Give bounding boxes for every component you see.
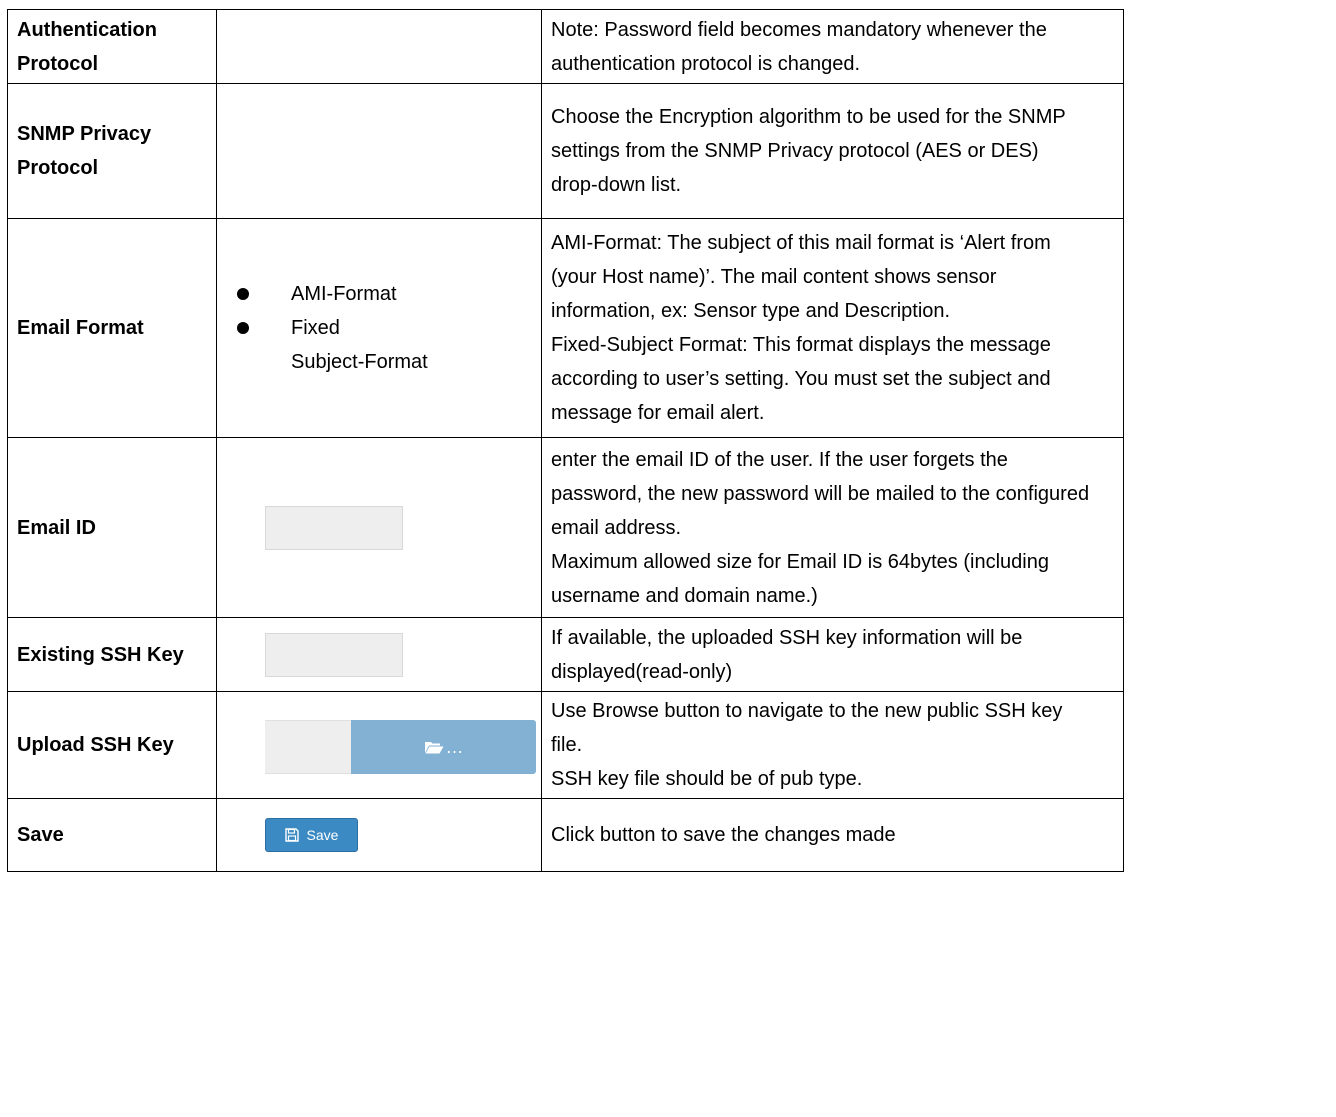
description-line: enter the email ID of the user. If the u… [551, 448, 1008, 471]
row-control [216, 617, 542, 692]
description-line: password, the new password will be maile… [551, 482, 1090, 505]
row-control: AMI-Format Fixed Subject-Format [216, 218, 542, 438]
save-button[interactable]: Save [265, 818, 358, 852]
description-line: authentication protocol is changed. [551, 52, 861, 75]
option-label-line: Subject-Format [291, 351, 428, 373]
table-row: Upload SSH Key … Use Browse button to na… [7, 691, 1124, 799]
email-format-options: AMI-Format Fixed Subject-Format [229, 277, 541, 379]
row-description: enter the email ID of the user. If the u… [541, 437, 1124, 618]
description-line: Choose the Encryption algorithm to be us… [551, 106, 1066, 128]
table-row: Save Save Click button to save the chang… [7, 798, 1124, 872]
row-control: Save [216, 798, 542, 872]
settings-description-table: Authentication Protocol Note: Password f… [7, 9, 1124, 872]
row-label-line: Authentication [17, 18, 157, 41]
row-description: If available, the uploaded SSH key infor… [541, 617, 1124, 692]
bullet-icon [237, 322, 249, 334]
row-control [216, 9, 542, 84]
row-label: Email ID [7, 437, 217, 618]
email-format-option-fixed[interactable]: Fixed Subject-Format [237, 311, 541, 379]
option-label: Fixed Subject-Format [291, 311, 428, 379]
row-description: Click button to save the changes made [541, 798, 1124, 872]
row-label-text: Email ID [17, 516, 96, 539]
email-format-option-ami[interactable]: AMI-Format [237, 277, 541, 311]
row-description: Note: Password field becomes mandatory w… [541, 9, 1124, 84]
floppy-disk-icon [284, 828, 299, 842]
row-label: Save [7, 798, 217, 872]
bullet-icon [237, 288, 249, 300]
upload-ssh-key-control: … [265, 719, 541, 774]
table-row: SNMP Privacy Protocol Choose the Encrypt… [7, 83, 1124, 219]
description-line: AMI-Format: The subject of this mail for… [551, 232, 1051, 254]
description-line: username and domain name.) [551, 584, 818, 607]
row-label: Existing SSH Key [7, 617, 217, 692]
description-line: If available, the uploaded SSH key infor… [551, 626, 1023, 649]
option-label-line: Fixed [291, 317, 340, 339]
description-line: Note: Password field becomes mandatory w… [551, 18, 1047, 41]
table-row: Email Format AMI-Format Fixed Subject-Fo… [7, 218, 1124, 438]
row-control [216, 437, 542, 618]
table-row: Authentication Protocol Note: Password f… [7, 9, 1124, 84]
description-line: email address. [551, 516, 682, 539]
row-control: … [216, 691, 542, 799]
description-line: drop-down list. [551, 174, 682, 196]
folder-open-icon [424, 741, 443, 753]
row-label: SNMP Privacy Protocol [7, 83, 217, 219]
row-label-line: Protocol [17, 52, 99, 75]
row-description: Choose the Encryption algorithm to be us… [541, 83, 1124, 219]
row-label: Upload SSH Key [7, 691, 217, 799]
description-line: displayed(read-only) [551, 660, 733, 683]
row-control [216, 83, 542, 219]
row-label-line: SNMP Privacy [17, 123, 152, 145]
row-label: Authentication Protocol [7, 9, 217, 84]
option-label: AMI-Format [291, 283, 397, 305]
description-line: Click button to save the changes made [551, 824, 896, 846]
row-description: Use Browse button to navigate to the new… [541, 691, 1124, 799]
description-line: settings from the SNMP Privacy protocol … [551, 140, 1039, 162]
row-label-line: Protocol [17, 157, 99, 179]
row-label-text: Save [17, 824, 64, 846]
description-line: (your Host name)’. The mail content show… [551, 266, 997, 288]
row-label: Email Format [7, 218, 217, 438]
email-id-input[interactable] [265, 505, 403, 550]
row-label-text: Upload SSH Key [17, 734, 174, 756]
save-button-label: Save [306, 827, 339, 843]
browse-button-label: … [445, 736, 464, 757]
existing-ssh-key-field [265, 632, 403, 677]
upload-file-input[interactable] [265, 719, 351, 774]
row-description: AMI-Format: The subject of this mail for… [541, 218, 1124, 438]
description-line: Use Browse button to navigate to the new… [551, 700, 1063, 722]
description-line: message for email alert. [551, 402, 765, 424]
row-label-text: Existing SSH Key [17, 643, 184, 666]
table-row: Email ID enter the email ID of the user.… [7, 437, 1124, 618]
description-line: information, ex: Sensor type and Descrip… [551, 300, 951, 322]
description-line: SSH key file should be of pub type. [551, 768, 863, 790]
table-row: Existing SSH Key If available, the uploa… [7, 617, 1124, 692]
row-label-text: Email Format [17, 317, 144, 339]
description-line: Maximum allowed size for Email ID is 64b… [551, 550, 1049, 573]
description-line: file. [551, 734, 583, 756]
browse-button[interactable]: … [351, 719, 536, 774]
description-line: according to user’s setting. You must se… [551, 368, 1051, 390]
description-line: Fixed-Subject Format: This format displa… [551, 334, 1051, 356]
